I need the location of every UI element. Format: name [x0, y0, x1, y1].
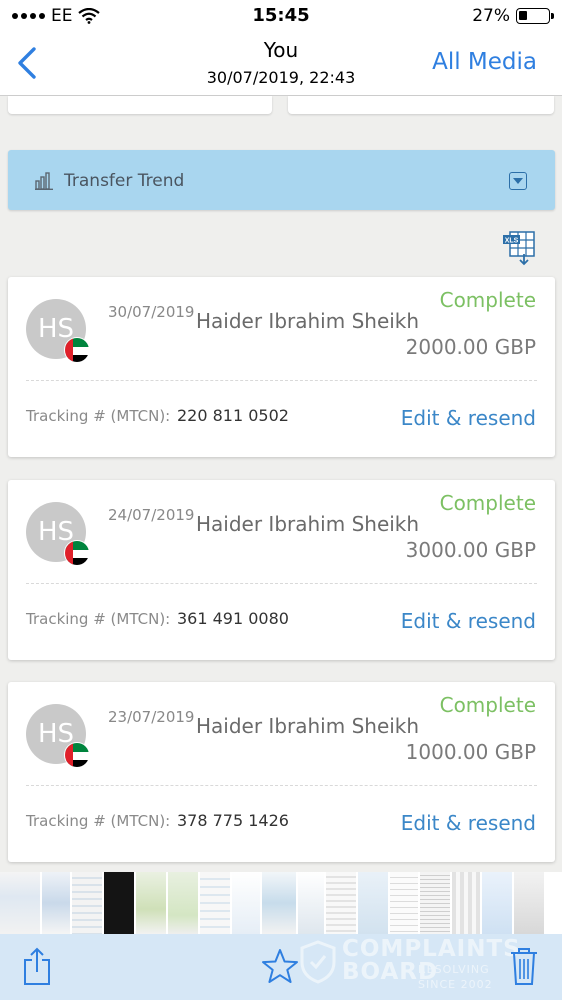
- media-thumbnail[interactable]: [42, 872, 70, 934]
- watermark: COMPLAINTS BOARD RESOLVING SINCE 2002: [300, 934, 520, 1000]
- tracking-number: 361 491 0080: [177, 609, 289, 628]
- edit-resend-button[interactable]: Edit & resend: [401, 811, 536, 835]
- status-badge: Complete: [439, 491, 536, 515]
- media-thumbnail[interactable]: [326, 872, 356, 934]
- media-thumbnail[interactable]: [358, 872, 388, 934]
- uae-flag-icon: [64, 540, 90, 566]
- media-thumbnail[interactable]: [232, 872, 260, 934]
- transaction-date: 30/07/2019: [108, 303, 195, 321]
- star-icon[interactable]: [261, 948, 299, 984]
- tracking-label: Tracking # (MTCN):: [26, 610, 171, 628]
- tracking-number: 220 811 0502: [177, 406, 289, 425]
- transfer-trend-toggle[interactable]: Transfer Trend: [8, 150, 555, 210]
- tracking-label: Tracking # (MTCN):: [26, 407, 171, 425]
- divider: [26, 785, 537, 786]
- tracking-number: 378 775 1426: [177, 811, 289, 830]
- xls-download-icon[interactable]: XLS: [502, 230, 536, 266]
- transaction-amount: 2000.00 GBP: [405, 335, 536, 359]
- shield-icon: [300, 940, 336, 984]
- watermark-tagline: RESOLVING: [418, 963, 490, 976]
- media-thumbnail[interactable]: [390, 872, 418, 934]
- media-thumbnail[interactable]: [104, 872, 134, 934]
- status-badge: Complete: [439, 693, 536, 717]
- media-thumbnail-strip[interactable]: [0, 872, 562, 934]
- transaction-amount: 3000.00 GBP: [405, 538, 536, 562]
- uae-flag-icon: [64, 742, 90, 768]
- status-badge: Complete: [439, 288, 536, 312]
- edit-resend-button[interactable]: Edit & resend: [401, 609, 536, 633]
- media-thumbnail[interactable]: [298, 872, 324, 934]
- svg-text:XLS: XLS: [505, 238, 519, 245]
- summary-card: [8, 96, 272, 114]
- divider: [26, 583, 537, 584]
- battery-percent: 27%: [472, 6, 510, 26]
- tracking-label: Tracking # (MTCN):: [26, 812, 171, 830]
- status-bar: EE 15:45 27%: [0, 0, 562, 32]
- share-icon[interactable]: [22, 946, 52, 986]
- recipient-name: Haider Ibrahim Sheikh: [196, 512, 420, 536]
- battery-icon: [516, 8, 554, 24]
- recipient-name: Haider Ibrahim Sheikh: [196, 309, 420, 333]
- media-thumbnail[interactable]: [514, 872, 544, 934]
- transaction-date: 23/07/2019: [108, 708, 195, 726]
- media-thumbnail[interactable]: [482, 872, 512, 934]
- media-thumbnail[interactable]: [72, 872, 102, 934]
- transaction-date: 24/07/2019: [108, 506, 195, 524]
- media-thumbnail[interactable]: [0, 872, 40, 934]
- media-thumbnail[interactable]: [168, 872, 198, 934]
- transaction-card[interactable]: HS 30/07/2019 Haider Ibrahim Sheikh Comp…: [8, 277, 555, 457]
- media-thumbnail[interactable]: [420, 872, 450, 934]
- transfer-trend-label: Transfer Trend: [64, 171, 185, 191]
- divider: [26, 380, 537, 381]
- battery-indicator: 27%: [472, 6, 554, 26]
- transaction-amount: 1000.00 GBP: [405, 740, 536, 764]
- media-thumbnail[interactable]: [136, 872, 166, 934]
- summary-card: [288, 96, 554, 114]
- dropdown-icon[interactable]: [509, 172, 527, 190]
- media-thumbnail[interactable]: [262, 872, 296, 934]
- recipient-name: Haider Ibrahim Sheikh: [196, 714, 420, 738]
- all-media-button[interactable]: All Media: [432, 49, 537, 75]
- media-thumbnail[interactable]: [200, 872, 230, 934]
- transaction-card[interactable]: HS 23/07/2019 Haider Ibrahim Sheikh Comp…: [8, 682, 555, 862]
- watermark-tagline: SINCE 2002: [418, 978, 493, 991]
- transaction-card[interactable]: HS 24/07/2019 Haider Ibrahim Sheikh Comp…: [8, 480, 555, 660]
- media-thumbnail[interactable]: [452, 872, 480, 934]
- bar-chart-icon: [35, 172, 53, 190]
- nav-bar: You 30/07/2019, 22:43 All Media: [0, 32, 562, 96]
- edit-resend-button[interactable]: Edit & resend: [401, 406, 536, 430]
- bottom-toolbar: COMPLAINTS BOARD RESOLVING SINCE 2002: [0, 934, 562, 1000]
- uae-flag-icon: [64, 337, 90, 363]
- trash-icon[interactable]: [509, 946, 539, 986]
